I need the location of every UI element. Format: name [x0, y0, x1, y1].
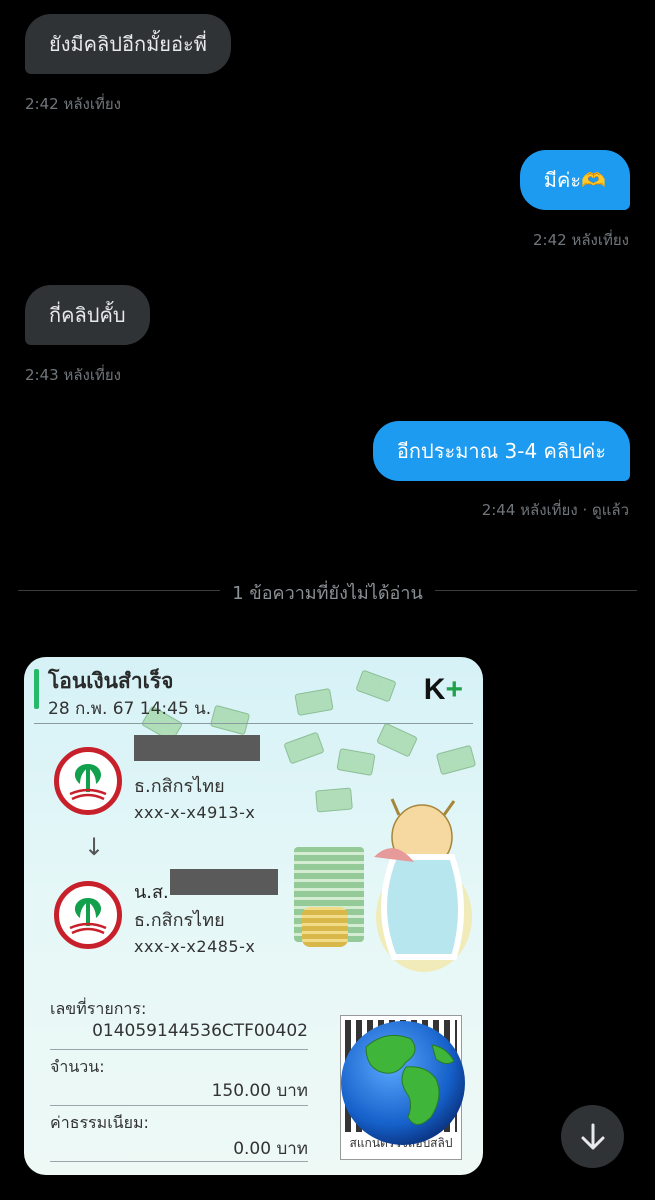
message-timestamp: 2:44 หลังเที่ยง · ดูแล้ว	[481, 501, 629, 519]
unread-divider: 1 ข้อความที่ยังไม่ได้อ่าน	[0, 578, 655, 607]
message-bubble-outgoing[interactable]: มีค่ะ🫶	[519, 150, 630, 210]
sender-name-redacted	[134, 735, 260, 761]
kasikorn-logo-icon	[54, 747, 122, 815]
title-accent-bar	[34, 669, 39, 709]
scroll-to-bottom-button[interactable]	[561, 1105, 624, 1168]
money-decoration	[209, 704, 251, 736]
kasikorn-logo-icon	[54, 881, 122, 949]
transfer-slip-image[interactable]: โอนเงินสำเร็จ 28 ก.พ. 67 14:45 น. K+ ธ.ก…	[24, 657, 483, 1175]
receiver-bank: ธ.กสิกรไทย	[134, 910, 225, 931]
message-text: มีค่ะ🫶	[543, 168, 606, 192]
money-decoration	[294, 688, 334, 716]
amount-value: 150.00 บาท	[211, 1081, 308, 1101]
message-timestamp: 2:42 หลังเที่ยง	[25, 95, 121, 113]
arrow-down-icon	[581, 1123, 604, 1149]
message-text: กี่คลิปคั้บ	[49, 303, 126, 327]
receiver-prefix: น.ส.	[134, 882, 169, 903]
money-decoration	[435, 744, 477, 776]
field-divider	[50, 1105, 308, 1106]
slip-title: โอนเงินสำเร็จ	[48, 669, 174, 693]
ref-value: 014059144536CTF00402	[92, 1021, 308, 1041]
money-decoration	[376, 722, 418, 758]
message-timestamp: 2:42 หลังเที่ยง	[533, 231, 629, 249]
mascot-illustration	[374, 798, 472, 972]
globe-icon	[341, 1021, 465, 1145]
message-bubble-outgoing[interactable]: อีกประมาณ 3-4 คลิปค่ะ	[372, 421, 630, 481]
sender-bank: ธ.กสิกรไทย	[134, 776, 225, 797]
message-text: ยังมีคลิปอีกมั้ยอ่ะพี่	[49, 32, 207, 56]
unread-divider-label: 1 ข้อความที่ยังไม่ได้อ่าน	[220, 583, 435, 604]
money-decoration	[315, 787, 353, 813]
field-divider	[50, 1049, 308, 1050]
ref-label: เลขที่รายการ:	[50, 999, 147, 1018]
amount-label: จำนวน:	[50, 1057, 105, 1076]
fee-label: ค่าธรรมเนียม:	[50, 1113, 149, 1132]
kplus-logo: K+	[423, 673, 463, 706]
fee-value: 0.00 บาท	[233, 1139, 308, 1159]
sender-account: xxx-x-x4913-x	[134, 803, 256, 822]
message-bubble-incoming[interactable]: กี่คลิปคั้บ	[25, 285, 150, 345]
message-text: อีกประมาณ 3-4 คลิปค่ะ	[396, 439, 606, 463]
money-decoration	[336, 748, 376, 776]
message-timestamp: 2:43 หลังเที่ยง	[25, 366, 121, 384]
field-divider	[50, 1161, 308, 1162]
transfer-arrow-icon: ↓	[84, 833, 105, 861]
slip-datetime: 28 ก.พ. 67 14:45 น.	[48, 699, 212, 719]
receiver-name-redacted	[170, 869, 278, 895]
receiver-account: xxx-x-x2485-x	[134, 937, 256, 956]
money-decoration	[283, 731, 325, 765]
coins-decoration	[302, 907, 348, 947]
message-bubble-incoming[interactable]: ยังมีคลิปอีกมั้ยอ่ะพี่	[25, 14, 231, 74]
money-decoration	[355, 669, 397, 703]
slip-header-divider	[34, 723, 473, 724]
